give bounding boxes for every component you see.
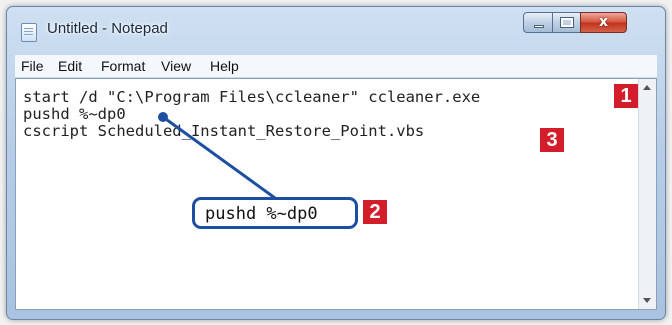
badge-1: 1	[614, 84, 638, 108]
callout-text: pushd %~dp0	[205, 204, 318, 224]
badge-3: 3	[540, 128, 564, 152]
badge-2: 2	[363, 200, 387, 224]
callout-connector	[158, 112, 276, 200]
callout-box: pushd %~dp0	[192, 197, 358, 229]
callout-anchor-dot	[158, 112, 168, 122]
